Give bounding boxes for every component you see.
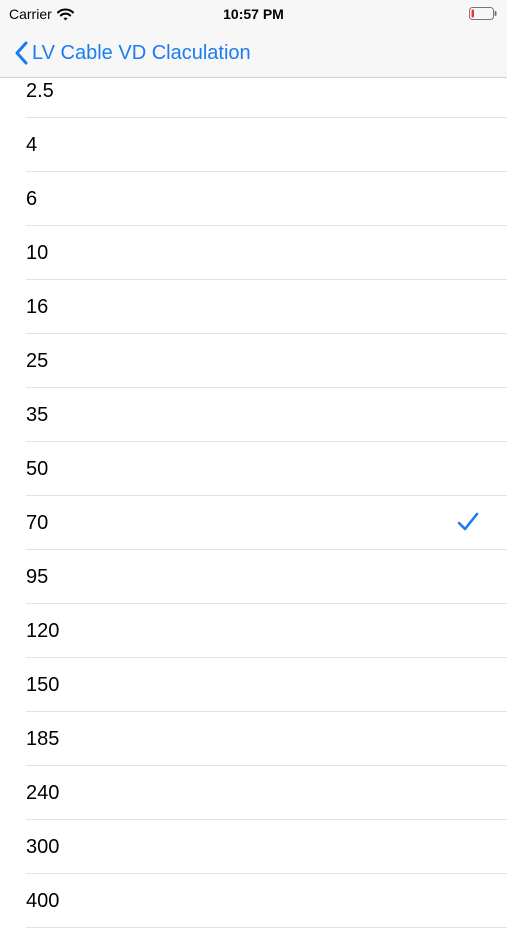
list-item-label: 25 (26, 350, 49, 372)
list-item[interactable]: 16 (0, 280, 507, 334)
list-item-label: 400 (26, 890, 60, 912)
list-item-label: 95 (26, 566, 49, 588)
navigation-bar: LV Cable VD Claculation (0, 28, 507, 78)
list-item-label: 70 (26, 512, 49, 534)
list-item-label: 120 (26, 620, 60, 642)
list-item[interactable]: 185 (0, 712, 507, 766)
battery-icon (469, 7, 497, 20)
list-item[interactable]: 240 (0, 766, 507, 820)
list-item[interactable]: 4 (0, 118, 507, 172)
back-button[interactable]: LV Cable VD Claculation (14, 38, 251, 68)
checkmark-icon (457, 512, 479, 531)
status-time: 10:57 PM (223, 6, 284, 22)
list-item[interactable]: 400 (0, 874, 507, 928)
list-item-label: 4 (26, 134, 38, 156)
list-item-label: 35 (26, 404, 49, 426)
list-item[interactable]: 10 (0, 226, 507, 280)
list-item[interactable]: 95 (0, 550, 507, 604)
list-item[interactable]: 25 (0, 334, 507, 388)
list-item-label: 2.5 (26, 80, 54, 102)
list-item-label: 10 (26, 242, 49, 264)
list-item[interactable]: 300 (0, 820, 507, 874)
list-item[interactable]: 150 (0, 658, 507, 712)
list-item-label: 240 (26, 782, 60, 804)
list-item-label: 150 (26, 674, 60, 696)
back-button-label: LV Cable VD Claculation (32, 41, 251, 64)
list-item[interactable]: 50 (0, 442, 507, 496)
list-item[interactable]: 35 (0, 388, 507, 442)
list-item[interactable]: 120 (0, 604, 507, 658)
list-item[interactable]: 70 (0, 496, 507, 550)
chevron-left-icon (15, 41, 28, 65)
list-item-label: 50 (26, 458, 49, 480)
list-item-label: 185 (26, 728, 60, 750)
list-item[interactable]: 6 (0, 172, 507, 226)
list-item-label: 300 (26, 836, 60, 858)
list-item-label: 6 (26, 188, 38, 210)
status-bar: Carrier 10:57 PM (0, 0, 507, 28)
cable-size-list: 2.5 4 6 10 16 25 35 50 70 95 120 150 185 240 300 400 (0, 64, 507, 928)
list-item-label: 16 (26, 296, 49, 318)
